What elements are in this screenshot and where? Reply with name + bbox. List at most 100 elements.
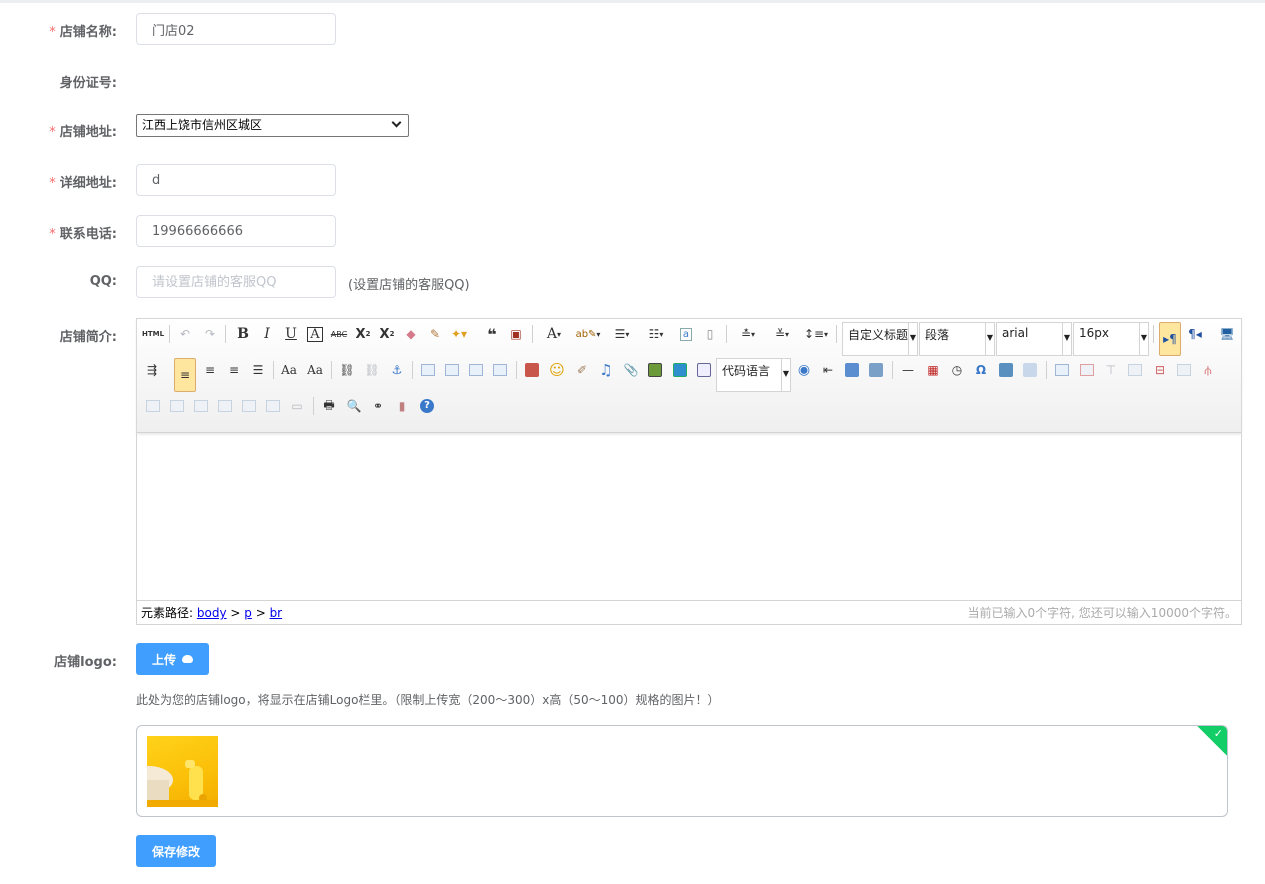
insert-row-icon[interactable] <box>1125 360 1145 380</box>
preview-icon[interactable]: 🖥 <box>1217 324 1237 344</box>
attachment-icon[interactable]: 📎 <box>621 360 641 380</box>
icon-fill <box>648 363 662 377</box>
align-right-icon[interactable]: ≡ <box>224 360 244 380</box>
strikethrough-icon[interactable]: ABC <box>329 324 349 344</box>
scrawl-icon[interactable]: ✐ <box>572 360 592 380</box>
delete-table-icon[interactable] <box>1077 360 1097 380</box>
background-icon[interactable] <box>866 360 886 380</box>
qq-input[interactable] <box>136 266 336 298</box>
store-address-select[interactable]: 江西上饶市信州区城区 <box>136 114 409 137</box>
highlight-color-icon[interactable]: ab✎ ▾ <box>574 324 602 344</box>
eraser-icon[interactable]: ◆ <box>401 324 421 344</box>
print-icon[interactable]: 🖶 <box>319 396 339 416</box>
image-center-icon[interactable] <box>490 360 510 380</box>
bold-icon[interactable]: B <box>233 324 253 344</box>
upload-button[interactable]: 上传 <box>136 643 209 675</box>
rtl-direction-icon[interactable]: ¶◂ <box>1185 324 1205 344</box>
logo-thumbnail[interactable] <box>147 736 218 807</box>
insert-frame-icon[interactable] <box>694 360 714 380</box>
superscript-icon[interactable]: X2 <box>353 324 373 344</box>
subscript-icon[interactable]: X2 <box>377 324 397 344</box>
link-icon[interactable]: ⛓ <box>337 360 357 380</box>
align-center-icon[interactable]: ≡ <box>200 360 220 380</box>
custom-heading-select[interactable]: 自定义标题 ▼ <box>842 322 918 356</box>
map-icon[interactable] <box>670 360 690 380</box>
italic-icon[interactable]: I <box>257 324 277 344</box>
merge-down-icon[interactable] <box>191 396 211 416</box>
path-br-link[interactable]: br <box>270 606 283 620</box>
image-right-icon[interactable] <box>466 360 486 380</box>
emotion-icon[interactable]: ☺ <box>547 360 567 380</box>
clear-document-icon[interactable]: ▯ <box>700 324 720 344</box>
special-chars-icon[interactable]: Ω <box>971 360 991 380</box>
indent-icon[interactable]: ⇶ <box>142 360 162 380</box>
text-a-icon[interactable]: a <box>676 324 696 344</box>
save-button[interactable]: 保存修改 <box>136 835 216 867</box>
web-app-icon[interactable]: ◉ <box>794 360 814 380</box>
unlink-icon[interactable]: ⛓ <box>362 360 382 380</box>
insert-image-icon[interactable] <box>522 360 542 380</box>
align-justify-icon[interactable]: ☰ <box>248 360 268 380</box>
horizontal-rule-icon[interactable]: — <box>898 360 918 380</box>
paragraph-spacing-top-icon[interactable]: ≛ ▾ <box>734 324 762 344</box>
music-icon[interactable]: ♫ <box>596 360 616 380</box>
ordered-list-icon[interactable]: ☰ ▾ <box>608 324 636 344</box>
blockquote-icon[interactable]: ❝ <box>482 324 502 344</box>
paragraph-format-select[interactable]: 段落 ▼ <box>919 322 995 356</box>
lowercase-icon[interactable]: Aa <box>305 360 325 380</box>
template-icon[interactable] <box>842 360 862 380</box>
split-to-cols-icon[interactable] <box>263 396 283 416</box>
word-image-icon[interactable] <box>1020 360 1040 380</box>
phone-input[interactable] <box>136 215 336 247</box>
html-source-button[interactable]: HTML <box>142 324 164 344</box>
icon-fill <box>673 363 687 377</box>
insert-paragraph-before-table-icon[interactable]: ⊤ <box>1101 360 1121 380</box>
font-size-select[interactable]: 16px ▼ <box>1073 322 1149 356</box>
insert-table-icon[interactable] <box>1052 360 1072 380</box>
merge-right-icon[interactable] <box>167 396 187 416</box>
page-break-icon[interactable]: ⇤ <box>818 360 838 380</box>
format-brush-icon[interactable]: ✎ <box>425 324 445 344</box>
row-detail-address: * 详细地址: <box>0 164 1265 196</box>
align-left-icon[interactable]: ≡ <box>174 358 196 392</box>
snapscreen-icon[interactable] <box>996 360 1016 380</box>
image-left-icon[interactable] <box>442 360 462 380</box>
store-address-label: * 店铺地址: <box>49 125 117 140</box>
paragraph-spacing-bottom-icon[interactable]: ≚ ▾ <box>768 324 796 344</box>
image-none-icon[interactable] <box>418 360 438 380</box>
underline-icon[interactable]: U <box>281 324 301 344</box>
split-to-cells-icon[interactable] <box>215 396 235 416</box>
path-body-link[interactable]: body <box>197 606 227 620</box>
store-name-input[interactable] <box>136 13 336 45</box>
unordered-list-icon[interactable]: ☷ ▾ <box>642 324 670 344</box>
font-border-icon[interactable]: A <box>305 324 325 344</box>
find-replace-icon[interactable]: ⚭ <box>368 396 388 416</box>
drafts-icon[interactable]: ▮ <box>392 396 412 416</box>
date-icon[interactable]: ▦ <box>923 360 943 380</box>
undo-icon[interactable]: ↶ <box>175 324 195 344</box>
time-icon[interactable]: ◷ <box>947 360 967 380</box>
chart-icon[interactable]: ▭ <box>287 396 307 416</box>
font-family-select[interactable]: arial ▼ <box>996 322 1072 356</box>
anchor-icon[interactable]: ⚓ <box>387 360 407 380</box>
font-color-icon[interactable]: A ▾ <box>540 324 568 344</box>
uppercase-icon[interactable]: Aa <box>279 360 299 380</box>
help-icon[interactable]: ? <box>417 396 437 416</box>
separator <box>516 361 517 379</box>
detail-address-input[interactable] <box>136 164 336 196</box>
redo-icon[interactable]: ↷ <box>200 324 220 344</box>
split-to-rows-icon[interactable] <box>239 396 259 416</box>
path-p-link[interactable]: p <box>244 606 252 620</box>
ltr-direction-icon[interactable]: ▸¶ <box>1159 322 1181 356</box>
image-gallery-icon[interactable] <box>645 360 665 380</box>
search-icon[interactable]: 🔍 <box>344 396 364 416</box>
delete-row-icon[interactable]: ⊟ <box>1150 360 1170 380</box>
paste-text-icon[interactable]: ▣ <box>506 324 526 344</box>
code-language-select[interactable]: 代码语言 ▼ <box>716 358 791 392</box>
auto-format-icon[interactable]: ✦▾ <box>449 324 469 344</box>
delete-col-icon[interactable]: ⫛ <box>1198 360 1218 380</box>
line-height-icon[interactable]: ↕≡ ▾ <box>802 324 830 344</box>
dropdown-arrow-icon: ▼ <box>781 359 790 391</box>
insert-col-icon[interactable] <box>1174 360 1194 380</box>
merge-cells-icon[interactable] <box>143 396 163 416</box>
